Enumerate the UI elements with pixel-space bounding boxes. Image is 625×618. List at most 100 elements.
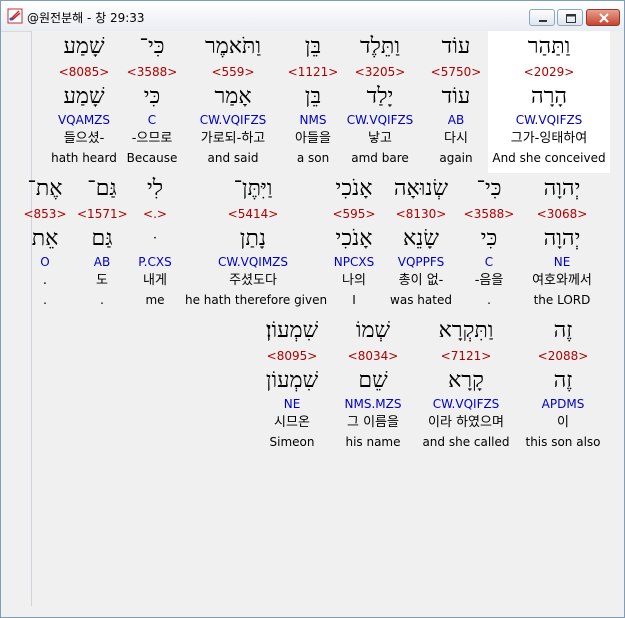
hebrew-root: יָלַד xyxy=(366,84,394,109)
english-gloss: . xyxy=(43,293,47,307)
english-gloss: his name xyxy=(345,435,401,449)
hebrew-word[interactable]: וַתַּהַר xyxy=(489,34,609,60)
english-gloss: And she conceived xyxy=(492,151,606,165)
korean-gloss: 나의 xyxy=(342,273,366,288)
english-gloss: a son xyxy=(296,151,330,165)
hebrew-word[interactable]: גַּם־ xyxy=(77,176,127,202)
close-button[interactable] xyxy=(586,9,620,26)
morph-code: NE xyxy=(283,397,301,411)
korean-gloss: 아들을 xyxy=(295,131,331,146)
strong-number: <5414> xyxy=(227,207,279,221)
morph-code: NMS.MZS xyxy=(344,397,402,411)
hebrew-word[interactable]: וַיִּתֶּן־ xyxy=(185,176,321,202)
hebrew-word[interactable]: יְהוָה xyxy=(514,176,610,202)
morph-code: VQPPFS xyxy=(397,255,445,269)
morph-code: NMS xyxy=(299,113,327,127)
strong-number: <5750> xyxy=(430,65,482,79)
hebrew-root: נָתַן xyxy=(239,226,267,251)
english-gloss: I xyxy=(352,293,356,307)
hebrew-root: יְהוָה xyxy=(543,226,581,251)
strong-number: <1121> xyxy=(287,65,339,79)
hebrew-word[interactable]: לִי xyxy=(129,176,181,202)
strong-number: <8034> xyxy=(347,349,399,363)
morph-code: AB xyxy=(93,255,111,269)
strong-number: <559> xyxy=(211,65,255,79)
korean-gloss: 이라 하였으며 xyxy=(428,415,504,430)
hebrew-word[interactable]: עוֹד xyxy=(421,34,491,60)
hebrew-root: אֵת xyxy=(31,226,59,251)
strong-number: <8085> xyxy=(58,65,110,79)
strong-number: <7121> xyxy=(440,349,492,363)
window-title: @원전분해 - 창 29:33 xyxy=(27,11,145,25)
title-bar[interactable]: @원전분해 - 창 29:33 xyxy=(1,1,624,32)
english-gloss: and said xyxy=(207,151,259,165)
minimize-button[interactable] xyxy=(529,9,555,26)
maximize-button[interactable] xyxy=(557,9,583,26)
morph-code: NE xyxy=(553,255,571,269)
korean-gloss: 이 xyxy=(557,415,569,430)
english-gloss: this son also xyxy=(525,435,601,449)
korean-gloss: 여호와께서 xyxy=(532,273,592,288)
english-gloss: Simeon xyxy=(269,435,315,449)
english-gloss: Because xyxy=(126,151,178,165)
strong-number: <.> xyxy=(143,207,167,221)
morph-code: CW.VQIFZS xyxy=(515,113,583,127)
hebrew-word[interactable]: וַתֵּלֶד xyxy=(337,34,423,60)
morph-code: CW.VQIFZS xyxy=(346,113,414,127)
hebrew-word[interactable]: זֶה xyxy=(518,318,608,344)
morph-code: NPCXS xyxy=(333,255,375,269)
strong-number: <2029> xyxy=(523,65,575,79)
english-gloss: again xyxy=(439,151,473,165)
strong-number: <3068> xyxy=(536,207,588,221)
hebrew-word[interactable]: שְׂנוּאָה xyxy=(386,176,456,202)
korean-gloss: 시므온 xyxy=(274,415,310,430)
korean-gloss: -으므로 xyxy=(131,131,173,146)
hebrew-word[interactable]: בֵּן xyxy=(279,34,347,60)
hebrew-root: שֵׁם xyxy=(358,368,388,393)
hebrew-root: אָמַר xyxy=(214,84,252,109)
morph-code: O xyxy=(40,255,50,269)
minimize-icon xyxy=(539,20,547,22)
korean-gloss: 도 xyxy=(96,273,108,288)
korean-gloss: 다시 xyxy=(444,131,468,146)
maximize-icon xyxy=(566,14,576,23)
hebrew-root: הָרָה xyxy=(530,84,568,109)
hebrew-word[interactable]: שָׁמַע xyxy=(46,34,122,60)
hebrew-root: כִּי xyxy=(480,226,498,251)
strong-number: <3588> xyxy=(463,207,515,221)
morph-code: AB xyxy=(447,113,465,127)
hebrew-word[interactable]: אָנֹכִי xyxy=(324,176,384,202)
hebrew-root: עוֹד xyxy=(441,84,471,109)
morph-code: P.CXS xyxy=(138,255,172,269)
morph-code: VQAMZS xyxy=(57,113,111,127)
english-gloss: me xyxy=(145,293,165,307)
morph-code: C xyxy=(484,255,494,269)
hebrew-word[interactable]: שִׁמְעוֹן׃ xyxy=(257,318,327,344)
hebrew-word[interactable]: כִּי־ xyxy=(459,176,519,202)
hebrew-word[interactable]: וַתִּקְרָא xyxy=(418,318,514,344)
korean-gloss: 내게 xyxy=(143,273,167,288)
hebrew-word[interactable]: כִּי־ xyxy=(117,34,187,60)
korean-gloss: 그가-잉태하여 xyxy=(510,131,588,146)
english-gloss: . xyxy=(100,293,104,307)
strong-number: <595> xyxy=(332,207,376,221)
morph-code: CW.VQIFZS xyxy=(199,113,267,127)
hebrew-root: שִׁמְעוֹן xyxy=(265,368,319,393)
hebrew-root: אָנֹכִי xyxy=(335,226,373,251)
hebrew-word[interactable]: וַתֹּאמֶר xyxy=(186,34,280,60)
english-gloss: . xyxy=(487,293,491,307)
english-gloss: amd bare xyxy=(351,151,409,165)
right-scrollbar[interactable] xyxy=(612,31,624,617)
hebrew-word[interactable]: אֶת־ xyxy=(22,176,68,202)
morph-code: C xyxy=(147,113,157,127)
english-gloss: he hath therefore given xyxy=(185,293,328,307)
korean-gloss: 들으셨- xyxy=(63,131,105,146)
strong-number: <8095> xyxy=(266,349,318,363)
morph-code: APDMS xyxy=(541,397,585,411)
hebrew-root: גַּם xyxy=(91,226,113,251)
hebrew-word[interactable]: שְׁמוֹ xyxy=(335,318,411,344)
english-gloss: and she called xyxy=(422,435,510,449)
hebrew-root: בֵּן xyxy=(304,84,322,109)
hebrew-root: קָרָא xyxy=(448,368,484,393)
app-icon xyxy=(7,8,23,24)
